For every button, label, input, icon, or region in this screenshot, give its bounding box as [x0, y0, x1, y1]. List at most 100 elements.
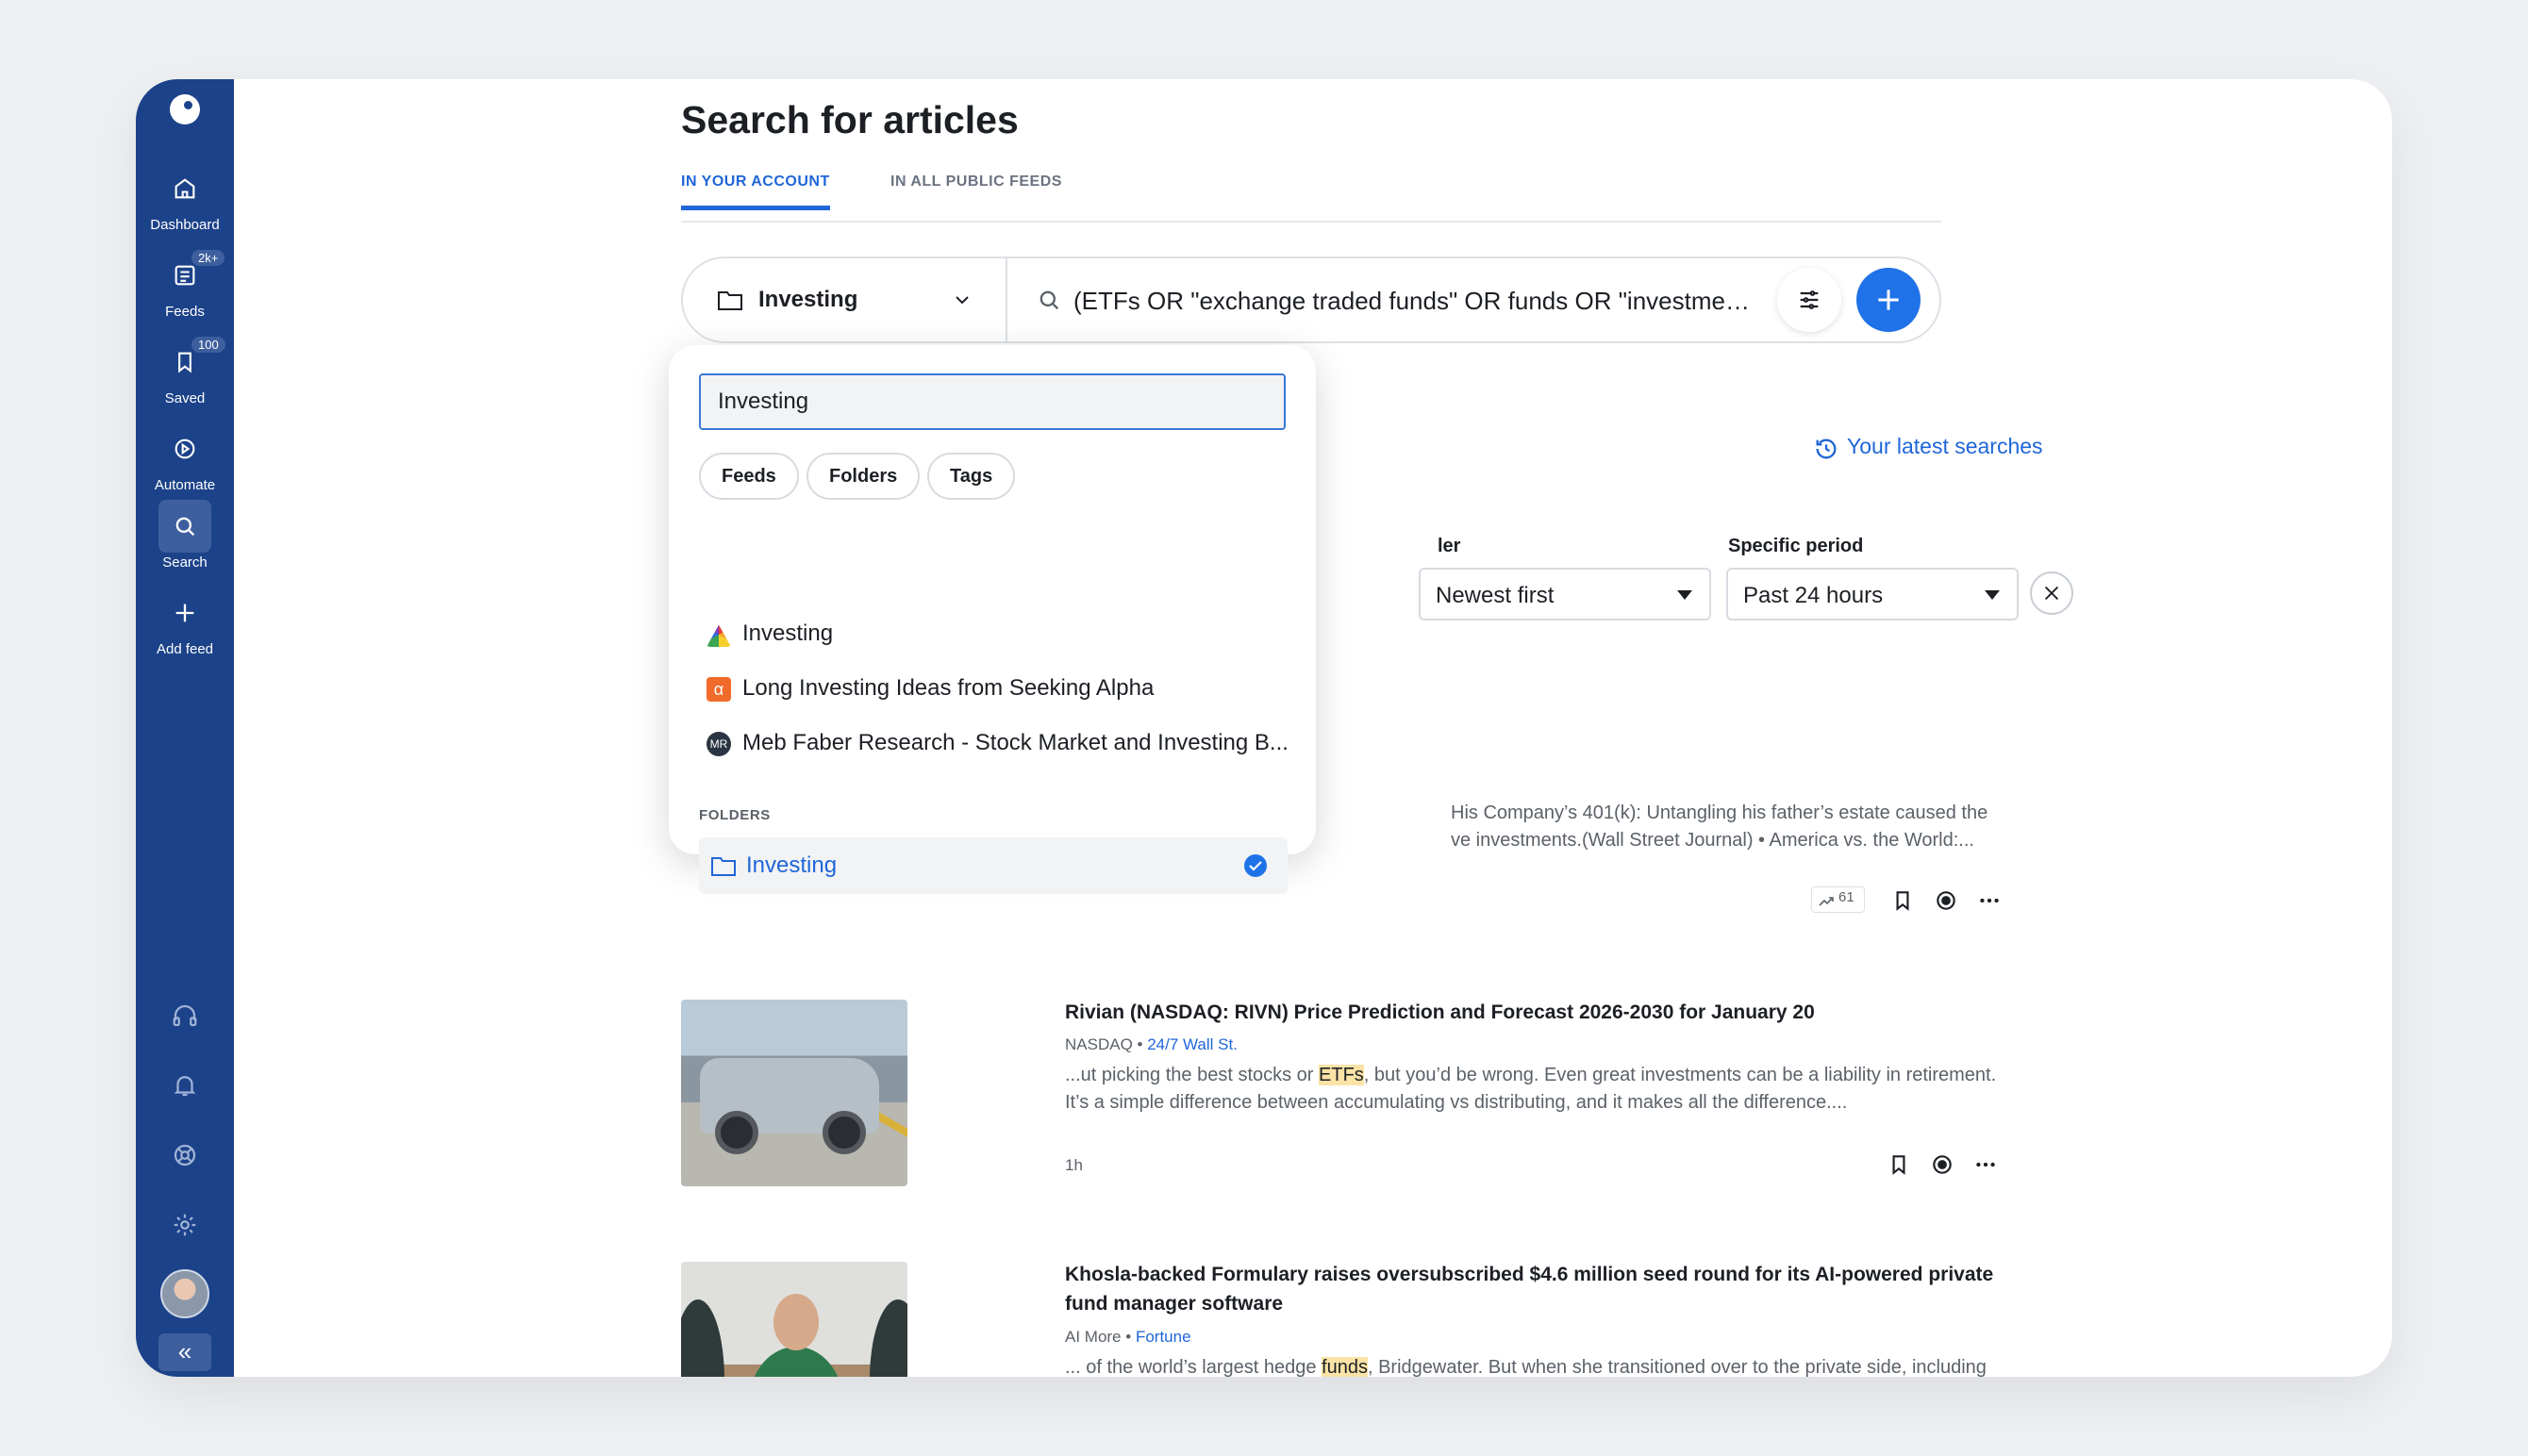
add-search-button[interactable]	[1856, 268, 1921, 332]
help-icon[interactable]	[136, 1141, 234, 1169]
chip-tags[interactable]: Tags	[927, 453, 1016, 500]
search-bar: Investing (ETFs OR "exchange traded fund…	[681, 256, 1941, 343]
filter-settings-button[interactable]	[1777, 268, 1841, 332]
order-label: ler	[1438, 536, 1461, 556]
search-icon	[158, 500, 211, 553]
article-thumbnail[interactable]	[681, 1262, 907, 1377]
bell-icon[interactable]	[136, 1071, 234, 1100]
trending-up-icon	[1819, 897, 1834, 906]
trending-badge[interactable]: 61	[1811, 886, 1865, 913]
period-label: Specific period	[1728, 536, 1864, 556]
wheel	[715, 1111, 758, 1154]
snippet-line: His Company’s 401(k): Untangling his fat…	[1451, 802, 1988, 823]
folder-icon	[711, 857, 736, 876]
chip-feeds[interactable]: Feeds	[699, 453, 799, 500]
headphones-icon[interactable]	[136, 1001, 234, 1030]
sidebar-item-add-feed[interactable]: Add feed	[136, 587, 234, 657]
folder-icon	[718, 291, 742, 310]
home-icon	[158, 162, 211, 215]
mark-read-icon[interactable]	[1934, 888, 1958, 913]
article-snippet[interactable]: ...ut picking the best stocks or ETFs, b…	[1065, 1062, 1999, 1117]
keyword-highlight: ETFs	[1319, 1065, 1364, 1085]
feed-option-label: Meb Faber Research - Stock Market and In…	[742, 730, 1289, 755]
meta-separator: •	[1121, 1328, 1136, 1346]
search-icon	[1039, 290, 1059, 310]
article-snippet[interactable]: ... of the world’s largest hedge funds, …	[1065, 1354, 1999, 1377]
period-value: Past 24 hours	[1743, 583, 1884, 608]
person-shape	[749, 1347, 843, 1377]
feed-option-investing[interactable]: Investing	[707, 617, 1291, 654]
article-source[interactable]: Fortune	[1136, 1328, 1191, 1346]
latest-searches-link[interactable]: Your latest searches	[1813, 434, 2043, 459]
nbc-peacock-icon	[707, 624, 731, 647]
article-title[interactable]: Khosla-backed Formulary raises oversubsc…	[1065, 1260, 2008, 1318]
folders-heading: FOLDERS	[699, 807, 771, 823]
latest-searches-label: Your latest searches	[1847, 434, 2043, 458]
folder-option-label: Investing	[746, 852, 838, 878]
bookmark-icon[interactable]	[1887, 1152, 1911, 1177]
folder-option-investing[interactable]: Investing	[699, 837, 1288, 894]
close-icon	[2044, 586, 2059, 601]
sliders-icon	[1800, 290, 1819, 309]
snippet-text: ... of the world’s largest hedge	[1065, 1357, 1322, 1377]
chip-folders[interactable]: Folders	[807, 453, 921, 500]
gear-icon[interactable]	[136, 1211, 234, 1239]
chevron-down-icon	[956, 296, 969, 305]
search-query-text: (ETFs OR "exchange traded funds" OR fund…	[1073, 287, 1762, 315]
tab-in-all-public-feeds[interactable]: IN ALL PUBLIC FEEDS	[890, 174, 1062, 206]
period-select[interactable]: Past 24 hours	[1726, 568, 2019, 620]
article-meta: AI More • Fortune	[1065, 1328, 1191, 1347]
article-actions: 61	[1811, 886, 2009, 920]
avatar[interactable]	[160, 1269, 209, 1318]
history-icon	[1816, 438, 1837, 459]
tab-in-your-account[interactable]: IN YOUR ACCOUNT	[681, 174, 830, 210]
scope-label: Investing	[758, 287, 858, 312]
article-title[interactable]: Rivian (NASDAQ: RIVN) Price Prediction a…	[1065, 998, 2008, 1027]
scope-search-input[interactable]	[699, 373, 1286, 430]
bookmark-icon[interactable]	[1890, 888, 1915, 913]
snippet-line: ve investments.(Wall Street Journal) • A…	[1451, 830, 1974, 851]
sidebar-item-label: Saved	[164, 390, 206, 406]
clear-filters-button[interactable]	[2030, 571, 2073, 615]
search-tabs: IN YOUR ACCOUNT IN ALL PUBLIC FEEDS	[681, 174, 1941, 223]
more-options-icon[interactable]	[1973, 1152, 1998, 1177]
app-logo[interactable]	[170, 94, 200, 124]
meb-faber-icon: MR	[707, 732, 731, 756]
seeking-alpha-icon: α	[707, 677, 731, 702]
article-source[interactable]: 24/7 Wall St.	[1147, 1035, 1238, 1053]
search-input[interactable]: (ETFs OR "exchange traded funds" OR fund…	[1024, 258, 1762, 341]
sidebar-item-feeds[interactable]: 2k+ Feeds	[136, 249, 234, 320]
plus-icon	[158, 587, 211, 639]
sidebar-item-saved[interactable]: 100 Saved	[136, 336, 234, 406]
more-options-icon[interactable]	[1977, 888, 2002, 913]
meta-separator: •	[1132, 1035, 1148, 1053]
scope-selector[interactable]: Investing	[683, 258, 1007, 341]
sidebar-item-automate[interactable]: Automate	[136, 422, 234, 493]
article-snippet-partial[interactable]: His Company’s 401(k): Untangling his fat…	[1451, 800, 2017, 854]
article-thumbnail[interactable]	[681, 1000, 907, 1186]
feed-option-seeking-alpha[interactable]: α Long Investing Ideas from Seeking Alph…	[707, 671, 1291, 709]
mark-read-icon[interactable]	[1930, 1152, 1954, 1177]
order-select[interactable]: Newest first	[1419, 568, 1711, 620]
collapse-sidebar-button[interactable]: «	[158, 1333, 211, 1371]
sidebar-item-dashboard[interactable]: Dashboard	[136, 162, 234, 233]
automate-icon	[158, 422, 211, 475]
app-window: Dashboard 2k+ Feeds 100 Saved Automate S…	[136, 79, 2392, 1377]
feed-option-label: Long Investing Ideas from Seeking Alpha	[742, 675, 1155, 701]
check-circle-icon	[1244, 854, 1267, 877]
article-time: 1h	[1065, 1156, 1083, 1174]
saved-count-badge: 100	[191, 336, 226, 354]
page-title: Search for articles	[681, 98, 1019, 141]
caret-down-icon	[1677, 590, 1692, 600]
person-head	[773, 1294, 819, 1350]
sidebar-item-label: Dashboard	[150, 217, 220, 233]
article-meta: NASDAQ • 24/7 Wall St.	[1065, 1035, 1238, 1054]
order-value: Newest first	[1436, 583, 1555, 608]
feed-option-meb-faber[interactable]: MR Meb Faber Research - Stock Market and…	[707, 726, 1291, 764]
scope-dropdown: Feeds Folders Tags Investing α Long Inve…	[669, 345, 1316, 894]
article-feed: NASDAQ	[1065, 1035, 1133, 1053]
snippet-text: ...ut picking the best stocks or	[1065, 1065, 1320, 1085]
sidebar-item-search[interactable]: Search	[136, 500, 234, 571]
plus-icon	[1878, 290, 1899, 310]
article-feed: AI More	[1065, 1328, 1122, 1346]
